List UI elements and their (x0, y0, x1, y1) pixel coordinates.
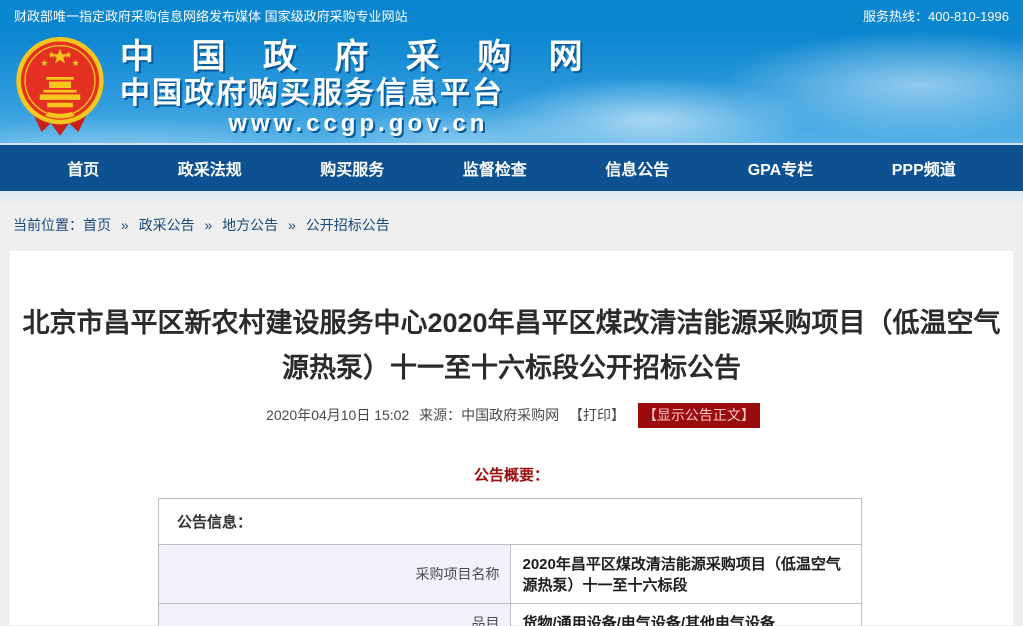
nav-bottom-gradient (0, 191, 1023, 205)
site-url: www.ccgp.gov.cn (120, 111, 597, 136)
show-announcement-body-button[interactable]: 【显示公告正文】 (638, 403, 760, 428)
breadcrumb-separator: » (288, 217, 296, 233)
publish-date: 2020年04月10日 15:02 (266, 407, 409, 423)
site-slogan: 财政部唯一指定政府采购信息网络发布媒体 国家级政府采购专业网站 (14, 6, 408, 25)
nav-item-announcements[interactable]: 信息公告 (605, 156, 669, 180)
nav-item-gpa[interactable]: GPA专栏 (748, 156, 814, 180)
main-nav: 首页 政采法规 购买服务 监督检查 信息公告 GPA专栏 PPP频道 (0, 145, 1023, 191)
row-value-category: 货物/通用设备/电气设备/其他电气设备 (510, 604, 862, 626)
breadcrumb-item-local-notices[interactable]: 地方公告 (222, 217, 278, 233)
site-logo[interactable]: 中 国 政 府 采 购 网 中国政府购买服务信息平台 www.ccgp.gov.… (14, 36, 597, 140)
masthead: 中 国 政 府 采 购 网 中国政府购买服务信息平台 www.ccgp.gov.… (0, 30, 1023, 145)
breadcrumb-label: 当前位置： (13, 217, 83, 233)
nav-item-regulations[interactable]: 政采法规 (178, 156, 242, 180)
table-row: 品目 货物/通用设备/电气设备/其他电气设备 (159, 604, 862, 626)
site-name: 中 国 政 府 采 购 网 (120, 40, 597, 76)
nav-item-purchase-service[interactable]: 购买服务 (320, 156, 384, 180)
nav-item-home[interactable]: 首页 (67, 156, 99, 180)
row-label-project-name: 采购项目名称 (159, 545, 511, 604)
brand-text: 中 国 政 府 采 购 网 中国政府购买服务信息平台 www.ccgp.gov.… (120, 40, 597, 136)
service-hotline: 服务热线：400-810-1996 (863, 6, 1009, 25)
row-value-project-name: 2020年昌平区煤改清洁能源采购项目（低温空气源热泵）十一至十六标段 (510, 545, 862, 604)
table-header-cell: 公告信息： (159, 499, 862, 545)
national-emblem-icon (14, 36, 106, 140)
nav-item-supervision[interactable]: 监督检查 (463, 156, 527, 180)
breadcrumb-item-open-bid[interactable]: 公开招标公告 (306, 217, 390, 233)
breadcrumb-item-home[interactable]: 首页 (83, 217, 111, 233)
row-label-category: 品目 (159, 604, 511, 626)
table-header-row: 公告信息： (159, 499, 862, 545)
table-row: 采购项目名称 2020年昌平区煤改清洁能源采购项目（低温空气源热泵）十一至十六标… (159, 545, 862, 604)
content-panel: 北京市昌平区新农村建设服务中心2020年昌平区煤改清洁能源采购项目（低温空气源热… (10, 251, 1013, 625)
site-subtitle: 中国政府购买服务信息平台 (120, 78, 597, 110)
breadcrumb-item-notices[interactable]: 政采公告 (139, 217, 195, 233)
breadcrumb-separator: » (204, 217, 212, 233)
summary-heading: 公告概要： (10, 464, 1013, 485)
top-service-bar: 财政部唯一指定政府采购信息网络发布媒体 国家级政府采购专业网站 服务热线：400… (0, 0, 1023, 30)
article-source: 来源：中国政府采购网 (419, 407, 559, 423)
nav-item-ppp[interactable]: PPP频道 (892, 156, 956, 180)
article-meta: 2020年04月10日 15:02 来源：中国政府采购网 【打印】 【显示公告正… (10, 403, 1013, 428)
breadcrumb: 当前位置：首页 » 政采公告 » 地方公告 » 公开招标公告 (0, 205, 1023, 251)
breadcrumb-separator: » (121, 217, 129, 233)
page-title: 北京市昌平区新农村建设服务中心2020年昌平区煤改清洁能源采购项目（低温空气源热… (22, 301, 1002, 391)
print-button[interactable]: 【打印】 (569, 407, 625, 423)
announcement-summary-table: 公告信息： 采购项目名称 2020年昌平区煤改清洁能源采购项目（低温空气源热泵）… (158, 498, 862, 626)
